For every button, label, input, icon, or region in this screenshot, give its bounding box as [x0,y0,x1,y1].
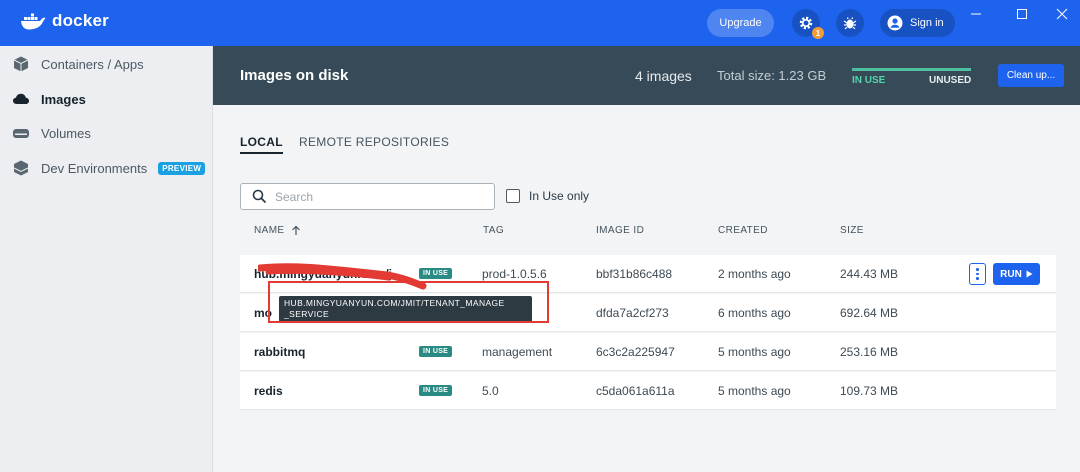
search-box [240,183,495,210]
in-use-only-label: In Use only [529,189,590,203]
column-header-label: NAME [254,225,285,236]
more-options-button[interactable] [969,263,986,285]
sidebar-item-label: Dev Environments [41,160,148,176]
docker-logo: docker [20,11,109,31]
gear-icon [799,16,813,30]
sidebar-item-volumes[interactable]: Volumes [12,123,91,143]
image-tag: prod-1.0.5.6 [482,267,547,281]
close-icon [1056,8,1068,20]
settings-button[interactable]: 1 [792,9,824,39]
search-icon [252,189,267,204]
image-size: 692.64 MB [840,306,899,320]
upgrade-button[interactable]: Upgrade [707,9,774,37]
bug-icon [843,17,857,30]
clean-up-button[interactable]: Clean up... [998,64,1064,87]
sidebar-item-containers[interactable]: Containers / Apps [12,54,144,74]
unused-legend: UNUSED [929,75,972,86]
usage-bar [852,68,971,71]
user-icon [887,15,903,31]
maximize-icon [1017,9,1027,19]
total-size: Total size: 1.23 GB [717,68,827,83]
dev-env-icon [13,160,29,176]
whale-icon [21,13,46,30]
tab-remote-repositories[interactable]: REMOTE REPOSITORIES [299,135,449,149]
column-header-name[interactable]: NAME [254,225,301,236]
in-use-badge: IN USE [419,385,453,396]
sidebar-item-label: Images [41,91,86,107]
title-bar: docker Upgrade 1 Sign in [0,0,1080,46]
image-size: 253.16 MB [840,345,899,359]
cloud-icon [13,93,29,104]
sidebar-item-dev-environments[interactable]: Dev Environments PREVIEW [12,158,206,178]
table-row[interactable]: redis IN USE 5.0 c5da061a611a 5 months a… [240,372,1056,410]
image-id: c5da061a611a [596,384,675,398]
table-row[interactable]: rabbitmq IN USE management 6c3c2a225947 … [240,333,1056,371]
in-use-legend: IN USE [852,75,886,86]
annotation-highlight-box [268,281,549,323]
image-id: dfda7a2cf273 [596,306,669,320]
tab-local[interactable]: LOCAL [240,135,283,154]
image-size: 244.43 MB [840,267,899,281]
app-name: docker [52,11,109,30]
image-tag: management [482,345,553,359]
run-button[interactable]: RUN [993,263,1040,285]
image-tag: 5.0 [482,384,499,398]
image-created: 2 months ago [718,267,791,281]
minimize-button[interactable] [964,6,988,22]
close-button[interactable] [1050,6,1074,22]
troubleshoot-button[interactable] [836,9,864,37]
play-icon [1026,270,1033,278]
minimize-icon [971,13,981,15]
images-header: Images on disk 4 images Total size: 1.23… [213,46,1080,105]
in-use-badge: IN USE [419,346,453,357]
image-created: 5 months ago [718,345,791,359]
sidebar-item-images[interactable]: Images [12,89,86,109]
image-size: 109.73 MB [840,384,899,398]
column-header-size[interactable]: SIZE [840,225,864,236]
maximize-button[interactable] [1010,6,1034,22]
image-created: 5 months ago [718,384,791,398]
image-id: 6c3c2a225947 [596,345,675,359]
preview-badge: PREVIEW [158,161,206,175]
container-icon [13,56,29,72]
volume-icon [13,129,29,138]
column-header-created[interactable]: CREATED [718,225,768,236]
image-id: bbf31b86c488 [596,267,673,281]
column-header-image-id[interactable]: IMAGE ID [596,225,644,236]
page-title: Images on disk [240,67,349,84]
image-name: redis [254,384,283,398]
sort-ascending-icon [291,225,300,235]
run-label: RUN [1000,268,1022,280]
sidebar: Containers / Apps Images Volumes Dev Env… [0,46,213,472]
sidebar-item-label: Volumes [41,125,91,141]
image-name: rabbitmq [254,345,306,359]
settings-update-badge: 1 [812,27,824,39]
column-header-tag[interactable]: TAG [483,225,504,236]
image-count: 4 images [635,68,692,84]
image-created: 6 months ago [718,306,791,320]
sign-in-button[interactable]: Sign in [880,9,955,37]
search-input[interactable] [275,189,475,205]
sign-in-label: Sign in [910,17,944,29]
in-use-only-checkbox[interactable] [506,189,520,203]
sidebar-item-label: Containers / Apps [41,56,144,72]
